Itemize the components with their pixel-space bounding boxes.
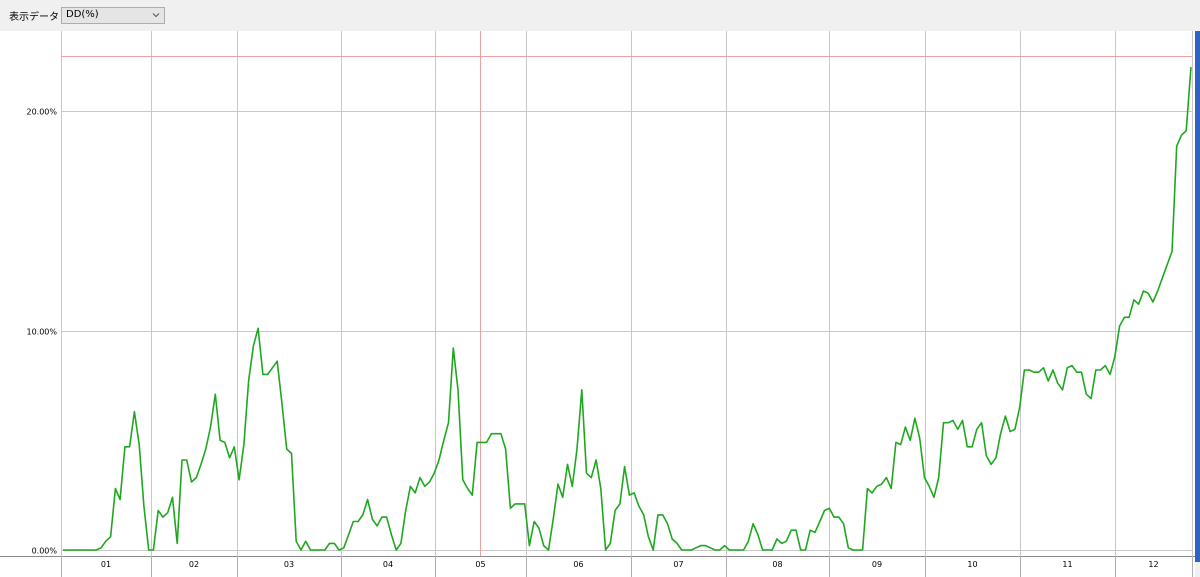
x-tick-label: 02	[189, 560, 199, 569]
y-tick-label: 10.00%	[26, 328, 57, 337]
toolbar: 表示データ DD(%)	[0, 0, 1200, 31]
chevron-down-icon	[152, 13, 160, 18]
x-tick-label: 05	[475, 560, 485, 569]
x-tick-label: 12	[1148, 560, 1158, 569]
x-tick-label: 04	[383, 560, 393, 569]
x-axis: 01 02 03 04 05 06 07 08 09 10 11 12	[0, 556, 1195, 577]
x-tick-label: 10	[967, 560, 977, 569]
y-tick-label: 0.00%	[32, 547, 58, 556]
x-tick-label: 08	[772, 560, 782, 569]
x-tick-label: 09	[872, 560, 882, 569]
x-axis-band	[0, 556, 1195, 577]
right-scroll-edge	[1195, 31, 1200, 562]
x-tick-label: 01	[101, 560, 111, 569]
x-tick-label: 07	[673, 560, 683, 569]
display-data-label: 表示データ	[9, 12, 59, 23]
x-tick-label: 06	[573, 560, 583, 569]
drawdown-chart: 0.00% 10.00% 20.00% 01 02 03 04 05 06 07 08 09 10 11…	[0, 31, 1195, 577]
display-data-select[interactable]: DD(%)	[61, 7, 165, 24]
selected-option: DD(%)	[66, 9, 99, 20]
x-tick-label: 11	[1062, 560, 1072, 569]
x-tick-label: 03	[284, 560, 294, 569]
y-tick-label: 20.00%	[26, 108, 57, 117]
